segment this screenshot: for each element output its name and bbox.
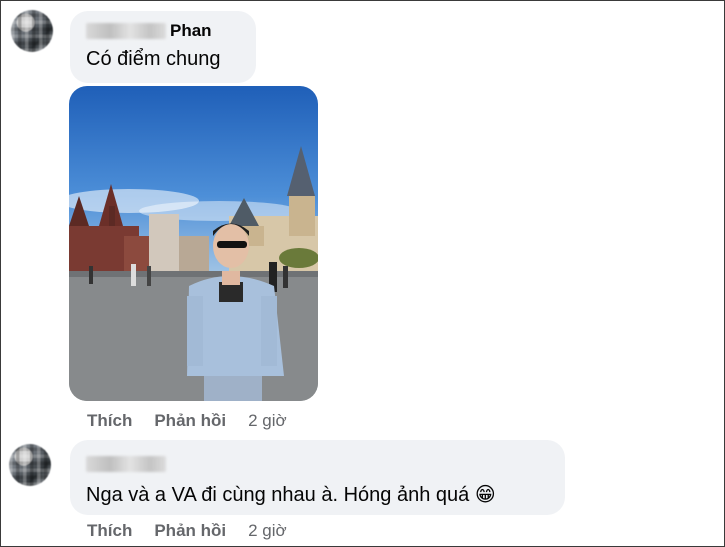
comment-text-body: Nga và a VA đi cùng nhau à. Hóng ảnh quá bbox=[86, 484, 470, 506]
photo-scene bbox=[69, 146, 318, 401]
like-button[interactable]: Thích bbox=[87, 411, 132, 431]
commenter-name[interactable] bbox=[86, 454, 166, 474]
avatar[interactable] bbox=[9, 444, 51, 486]
comment-text: Nga và a VA đi cùng nhau à. Hóng ảnh quá… bbox=[86, 482, 496, 507]
commenter-name-text[interactable]: Phan bbox=[170, 21, 212, 41]
commenter-name[interactable]: Phan bbox=[86, 21, 212, 41]
reply-button[interactable]: Phản hồi bbox=[154, 521, 226, 541]
timestamp[interactable]: 2 giờ bbox=[248, 521, 287, 541]
comment-text: Có điểm chung bbox=[86, 48, 221, 70]
timestamp[interactable]: 2 giờ bbox=[248, 411, 287, 431]
blurred-name bbox=[86, 456, 166, 472]
avatar[interactable] bbox=[11, 10, 53, 52]
like-button[interactable]: Thích bbox=[87, 521, 132, 541]
reply-button[interactable]: Phản hồi bbox=[154, 411, 226, 431]
comment-actions: Thích Phản hồi 2 giờ bbox=[87, 411, 287, 431]
comment-bubble: Phan Có điểm chung bbox=[70, 11, 256, 83]
grinning-face-icon: 😁 bbox=[474, 482, 496, 506]
comment-actions: Thích Phản hồi 2 giờ bbox=[87, 521, 287, 541]
comment-bubble: Nga và a VA đi cùng nhau à. Hóng ảnh quá… bbox=[70, 440, 565, 515]
comment-photo[interactable] bbox=[69, 86, 318, 401]
blurred-name bbox=[86, 23, 166, 39]
